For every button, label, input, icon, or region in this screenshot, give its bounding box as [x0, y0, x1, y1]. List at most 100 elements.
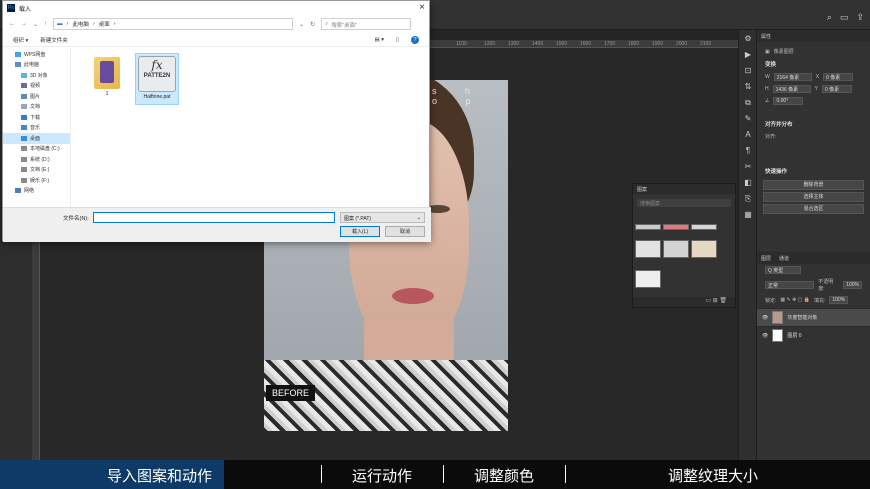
nav-item[interactable]: 视频	[3, 81, 70, 92]
chevron-down-icon[interactable]: ⌄	[299, 21, 304, 28]
nav-item[interactable]: 文档 (E:)	[3, 165, 70, 176]
cube-icon[interactable]: ◧	[741, 178, 755, 190]
nav-item[interactable]: 3D 对象	[3, 70, 70, 81]
tab-layers[interactable]: 图层	[761, 255, 771, 262]
search-icon[interactable]: ⌕	[827, 12, 832, 23]
align-icons[interactable]	[757, 142, 870, 164]
search-input[interactable]: ⌕ 搜索"桌面"	[321, 18, 412, 30]
ruler-label: 2100	[700, 41, 712, 47]
brush-icon[interactable]: ✎	[741, 114, 755, 126]
nav-item[interactable]: 文档	[3, 102, 70, 113]
height-field[interactable]: 1436 像素	[772, 85, 811, 93]
nav-item[interactable]: 音乐	[3, 123, 70, 134]
trash-icon[interactable]: 🗑	[719, 298, 727, 304]
pattern-swatch[interactable]	[663, 224, 689, 230]
nav-item[interactable]: 此电脑	[3, 60, 70, 71]
layers-icon[interactable]: ⧉	[741, 98, 755, 110]
adjust-icon[interactable]: ⇅	[741, 82, 755, 94]
pattern-swatch[interactable]	[635, 240, 661, 258]
pixel-layer-icon: ▣	[765, 48, 770, 55]
caption-step-4: 调整纹理大小	[668, 467, 759, 485]
tab-channels[interactable]: 通道	[779, 255, 789, 262]
filename-input[interactable]	[93, 212, 335, 223]
nav-item[interactable]: 图片	[3, 91, 70, 102]
folder-icon[interactable]: ▭	[705, 298, 711, 304]
properties-tab[interactable]: 属性	[757, 30, 870, 42]
width-field[interactable]: 2164 像素	[773, 73, 812, 81]
load-button[interactable]: 载入(L)	[340, 226, 380, 237]
text-icon[interactable]: A	[741, 130, 755, 142]
network-icon	[15, 188, 21, 194]
select-subject-button[interactable]: 选择主体	[763, 192, 864, 202]
view-icon[interactable]: ▤ ▾	[374, 37, 384, 43]
documents-icon	[21, 104, 27, 110]
nav-item[interactable]: 本地磁盘 (C:)	[3, 144, 70, 155]
remove-background-button[interactable]: 删除背景	[763, 180, 864, 190]
file-item-folder[interactable]: 1	[85, 55, 129, 103]
ruler-label: 1200	[484, 41, 496, 47]
cancel-button[interactable]: 取消	[385, 226, 425, 237]
chevron-down-icon[interactable]: ⌄	[33, 21, 38, 28]
back-arrow-icon[interactable]: ←	[9, 21, 15, 27]
address-bar[interactable]: ▬ › 此电脑 › 桌面 ›	[53, 18, 294, 30]
pattern-panel: 图案 搜索图案 ▭ ⊞ 🗑	[632, 183, 736, 308]
blend-selection-button[interactable]: 混合选区	[763, 204, 864, 214]
swatch-icon[interactable]: ⎘	[741, 194, 755, 206]
properties-tool-icon[interactable]: ⚙	[741, 34, 755, 46]
dialog-command-bar: 组织 ▾ 新建文件夹 ▤ ▾ ▯ ?	[3, 33, 429, 47]
help-icon[interactable]: ?	[411, 35, 419, 44]
play-icon[interactable]: ▶	[741, 50, 755, 62]
refresh-icon[interactable]: ↻	[310, 21, 315, 28]
layer-thumbnail	[772, 329, 784, 342]
organize-button[interactable]: 组织 ▾	[13, 36, 28, 44]
layer-row[interactable]: 👁 图层 0	[757, 326, 870, 344]
close-icon[interactable]: ×	[419, 2, 425, 13]
pattern-swatch[interactable]	[691, 240, 717, 258]
file-name: Halftone.pat	[143, 94, 171, 100]
forward-arrow-icon[interactable]: →	[21, 21, 27, 27]
align-title: 对齐并分布	[765, 122, 793, 128]
breadcrumb-item[interactable]: 桌面	[99, 20, 110, 28]
new-folder-button[interactable]: 新建文件夹	[40, 36, 68, 44]
transform-row-1: W 2164 像素 X0 像素	[757, 71, 870, 83]
pattern-search-input[interactable]: 搜索图案	[637, 199, 731, 207]
app-root: ⌕ ▭ ⇪ 1100 1200 1300 1400 1500 1600 1700…	[0, 0, 870, 489]
workspace-icon[interactable]: ▭	[840, 12, 849, 23]
nav-item[interactable]: 下载	[3, 112, 70, 123]
preview-pane-icon[interactable]: ▯	[396, 37, 399, 43]
music-icon	[21, 125, 27, 131]
pattern-swatch[interactable]	[663, 240, 689, 258]
nav-item[interactable]: 娱乐 (F:)	[3, 175, 70, 186]
opacity-label: 不透明度:	[818, 279, 834, 292]
filetype-select[interactable]: 图案 (*.PAT) ⌄	[340, 212, 425, 223]
share-icon[interactable]: ⇪	[856, 12, 864, 23]
breadcrumb-item[interactable]: 此电脑	[72, 20, 89, 28]
layer-row[interactable]: 👁 灰度智能对象	[757, 308, 870, 326]
opacity-field[interactable]: 100%	[843, 281, 862, 289]
pattern-swatch[interactable]	[635, 224, 661, 230]
up-arrow-icon[interactable]: ↑	[44, 21, 47, 27]
nav-item[interactable]: 系统 (D:)	[3, 154, 70, 165]
paragraph-icon[interactable]: ¶	[741, 146, 755, 158]
file-item-pattern[interactable]: fx PATTE2N Halftone.pat	[135, 53, 179, 105]
nav-item[interactable]: 网络	[3, 186, 70, 197]
x-field[interactable]: 0 像素	[823, 73, 854, 81]
y-field[interactable]: 0 像素	[821, 85, 852, 93]
blend-mode-select[interactable]: 正常	[765, 281, 815, 289]
drive-icon	[21, 156, 27, 162]
fill-field[interactable]: 100%	[829, 296, 849, 304]
nav-item-desktop[interactable]: 桌面	[3, 133, 70, 144]
new-icon[interactable]: ⊞	[713, 298, 718, 304]
angle-field[interactable]: 0.00°	[773, 97, 804, 105]
visibility-eye-icon[interactable]: 👁	[762, 315, 768, 321]
history-icon[interactable]: ⊡	[741, 66, 755, 78]
pattern-swatch[interactable]	[691, 224, 717, 230]
pattern-icon[interactable]: ▦	[741, 210, 755, 222]
visibility-eye-icon[interactable]: 👁	[762, 333, 768, 339]
lock-icons[interactable]: ▦ ✎ ✥ ▢ 🔒	[780, 297, 810, 303]
tool-icon[interactable]: ✂	[741, 162, 755, 174]
transform-row-3: ∠ 0.00°	[757, 95, 870, 107]
nav-item[interactable]: WPS网盘	[3, 49, 70, 60]
pattern-swatch[interactable]	[635, 270, 661, 288]
layer-filter-select[interactable]: Q 类型	[765, 266, 801, 274]
